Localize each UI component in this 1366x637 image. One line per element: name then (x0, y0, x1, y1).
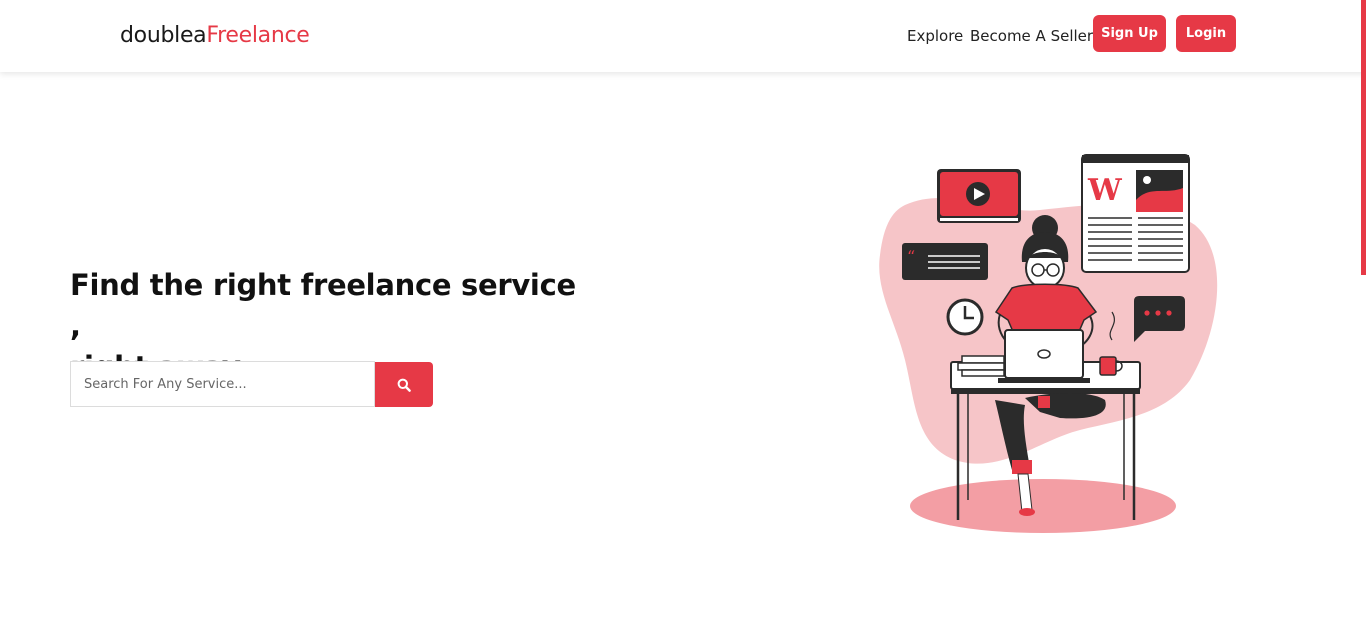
floor-shadow (910, 479, 1176, 533)
video-card-icon (937, 169, 1021, 223)
books-stack (957, 355, 1005, 377)
newspaper-letter: W (1087, 173, 1123, 208)
sign-up-button[interactable]: Sign Up (1093, 15, 1166, 52)
search-icon (397, 378, 411, 392)
quote-card-icon: “ (902, 243, 988, 280)
nav-link-become-seller[interactable]: Become A Seller (970, 26, 1093, 46)
clock-icon (946, 298, 984, 336)
logo-text-freelance: Freelance (206, 23, 310, 48)
nav-link-explore[interactable]: Explore (907, 26, 963, 46)
freelancer-illustration: W “ (879, 154, 1218, 533)
navbar: doubleaFreelance Explore Become A Seller… (0, 0, 1366, 72)
page-scrollbar[interactable] (1361, 0, 1366, 275)
laptop-icon (998, 329, 1090, 383)
logo-text-doublea: doublea (120, 23, 207, 48)
hero-title-line-1: Find the right freelance service , (70, 268, 576, 343)
newspaper-icon: W (1081, 154, 1190, 273)
search-button[interactable] (375, 362, 433, 407)
site-logo[interactable]: doubleaFreelance (120, 22, 310, 50)
service-search-input[interactable] (70, 361, 375, 407)
svg-text:“: “ (907, 247, 915, 266)
login-button[interactable]: Login (1176, 15, 1236, 52)
